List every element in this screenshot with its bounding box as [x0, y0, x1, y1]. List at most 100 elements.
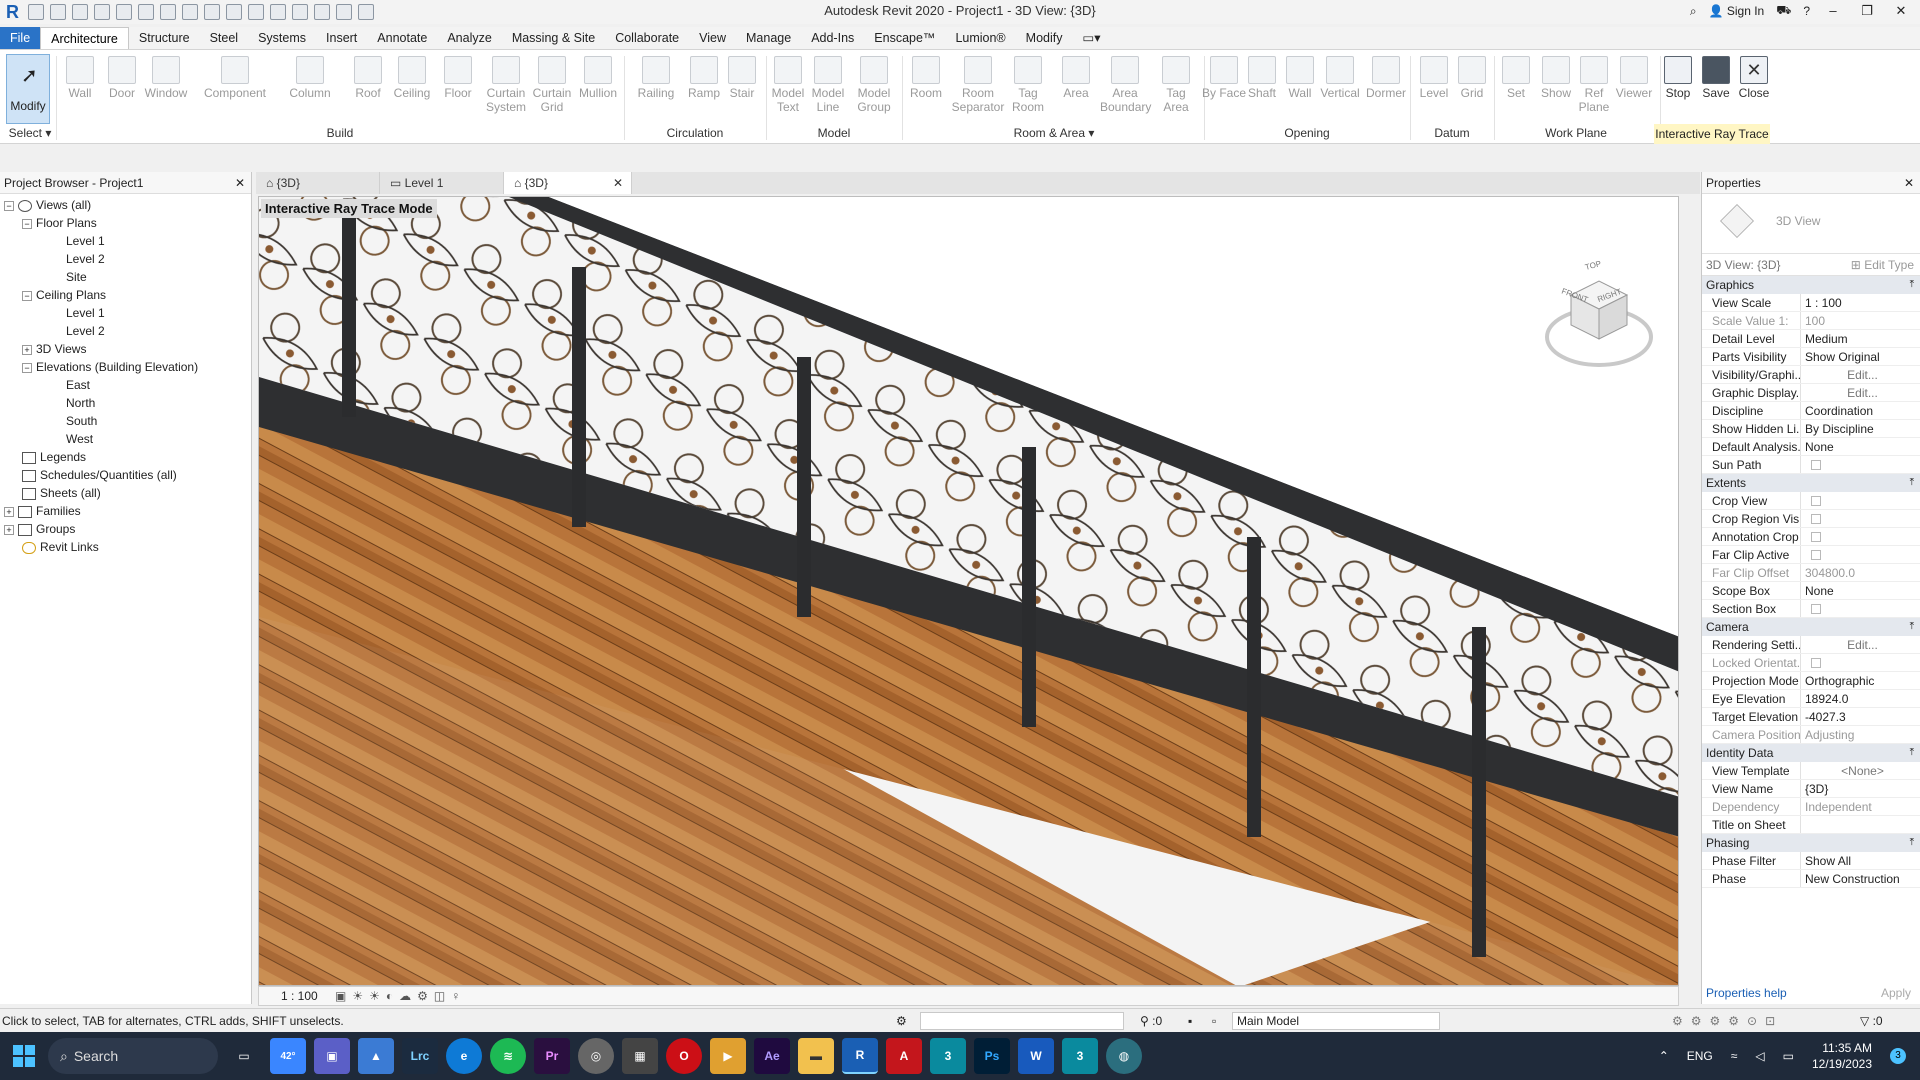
undo-icon[interactable]	[116, 4, 132, 20]
prop-row[interactable]: Eye Elevation 18924.0	[1702, 690, 1920, 708]
prop-value[interactable]: {3D}	[1800, 780, 1920, 797]
sun-path-checkbox[interactable]	[1800, 456, 1920, 473]
column-button[interactable]: Column	[288, 54, 332, 100]
view-tab-3d[interactable]: ⌂ {3D}	[256, 172, 380, 194]
tab-annotate[interactable]: Annotate	[367, 27, 437, 49]
collapse-icon[interactable]: −	[22, 218, 32, 229]
tab-file[interactable]: File	[0, 27, 41, 49]
prop-row[interactable]: Detail Level Medium	[1702, 330, 1920, 348]
photoshop-icon[interactable]: Ps	[974, 1038, 1010, 1074]
edit-type-button[interactable]: ⊞ Edit Type	[1851, 254, 1914, 276]
prop-row[interactable]: Annotation Crop	[1702, 528, 1920, 546]
vertical-button[interactable]: Vertical	[1318, 54, 1362, 100]
prop-value[interactable]: 18924.0	[1800, 690, 1920, 707]
after-effects-icon[interactable]: Ae	[754, 1038, 790, 1074]
3d-view-icon[interactable]	[270, 4, 286, 20]
view-scale[interactable]: 1 : 100	[281, 989, 318, 1003]
properties-help-link[interactable]: Properties help	[1706, 982, 1787, 1004]
prop-value[interactable]	[1800, 816, 1920, 833]
section-extents[interactable]: Extents ⤒	[1702, 474, 1920, 492]
select-panel-label[interactable]: Select ▾	[8, 126, 52, 140]
crop-view-checkbox[interactable]	[1800, 492, 1920, 509]
room-button[interactable]: Room	[904, 54, 948, 100]
premiere-icon[interactable]: Pr	[534, 1038, 570, 1074]
prop-row[interactable]: View Name {3D}	[1702, 780, 1920, 798]
redo-icon[interactable]	[138, 4, 154, 20]
task-view-icon[interactable]: ▭	[226, 1038, 262, 1074]
opening-wall-button[interactable]: Wall	[1278, 54, 1322, 100]
prop-row[interactable]: Phase New Construction	[1702, 870, 1920, 888]
prop-row[interactable]: Parts Visibility Show Original	[1702, 348, 1920, 366]
3dsmax-2-icon[interactable]: 3	[1062, 1038, 1098, 1074]
prop-row[interactable]: Rendering Setti... Edit...	[1702, 636, 1920, 654]
window-button[interactable]: Window	[144, 54, 188, 100]
prop-row[interactable]: Crop View	[1702, 492, 1920, 510]
area-button[interactable]: Area	[1054, 54, 1098, 100]
view-tab-3d-active[interactable]: ⌂ {3D} ✕	[504, 172, 632, 194]
close-button[interactable]: ✕ Close	[1732, 54, 1776, 100]
railing-button[interactable]: Railing	[634, 54, 678, 100]
media-player-icon[interactable]: ▶	[710, 1038, 746, 1074]
tree-item-sheets[interactable]: Sheets (all)	[0, 484, 251, 502]
prop-row[interactable]: Far Clip Active	[1702, 546, 1920, 564]
tree-item-elevations[interactable]: − Elevations (Building Elevation)	[0, 358, 251, 376]
prop-row[interactable]: Sun Path	[1702, 456, 1920, 474]
wall-button[interactable]: Wall	[58, 54, 102, 100]
selection-toggle-icons[interactable]: ⚙⚙⚙⚙⊙⊡	[1672, 1009, 1783, 1033]
ceiling-button[interactable]: Ceiling	[390, 54, 434, 100]
tree-item-schedules[interactable]: Schedules/Quantities (all)	[0, 466, 251, 484]
tab-insert[interactable]: Insert	[316, 27, 367, 49]
tab-add-ins[interactable]: Add-Ins	[801, 27, 864, 49]
tab-lumion[interactable]: Lumion®	[945, 27, 1015, 49]
prop-value[interactable]: Coordination	[1800, 402, 1920, 419]
prop-value[interactable]: New Construction	[1800, 870, 1920, 887]
instance-selector[interactable]: 3D View: {3D} ⊞ Edit Type	[1702, 254, 1920, 276]
model-group-button[interactable]: Model Group	[852, 54, 896, 114]
tree-item-legends[interactable]: Legends	[0, 448, 251, 466]
tab-enscape[interactable]: Enscape™	[864, 27, 945, 49]
prop-value[interactable]: None	[1800, 582, 1920, 599]
start-button[interactable]	[0, 1032, 48, 1080]
room-area-panel-label[interactable]: Room & Area ▾	[904, 126, 1204, 140]
open-icon[interactable]	[50, 4, 66, 20]
component-button[interactable]: Component	[200, 54, 270, 100]
notification-badge[interactable]: 3	[1890, 1048, 1906, 1064]
checkbox[interactable]	[1811, 496, 1821, 506]
area-boundary-button[interactable]: Area Boundary	[1100, 54, 1151, 114]
sign-in-button[interactable]: 👤 Sign In	[1709, 4, 1765, 18]
prop-row[interactable]: Show Hidden Li... By Discipline	[1702, 420, 1920, 438]
prop-value[interactable]: By Discipline	[1800, 420, 1920, 437]
disc-icon[interactable]: ◎	[578, 1038, 614, 1074]
tree-item-west[interactable]: West	[0, 430, 251, 448]
tree-item-revit-links[interactable]: Revit Links	[0, 538, 251, 556]
prop-value[interactable]: 1 : 100	[1800, 294, 1920, 311]
modify-button[interactable]: ➚ Modify	[6, 54, 50, 124]
prop-value[interactable]: Orthographic	[1800, 672, 1920, 689]
close-window-button[interactable]: ✕	[1890, 2, 1912, 20]
tab-architecture[interactable]: Architecture	[40, 27, 129, 49]
checkbox[interactable]	[1811, 550, 1821, 560]
view-tab-level-1[interactable]: ▭ Level 1	[380, 172, 504, 194]
tab-systems[interactable]: Systems	[248, 27, 316, 49]
tree-item-groups[interactable]: + Groups	[0, 520, 251, 538]
section-graphics[interactable]: Graphics ⤒	[1702, 276, 1920, 294]
workset-dropdown[interactable]	[920, 1012, 1124, 1030]
minimize-button[interactable]: –	[1822, 2, 1844, 20]
tree-item-south[interactable]: South	[0, 412, 251, 430]
prop-row[interactable]: View Template <None>	[1702, 762, 1920, 780]
design-options-icon[interactable]: ▫	[1212, 1009, 1216, 1033]
collapse-arrow-icon[interactable]: ⤒	[1910, 474, 1914, 492]
switch-windows-icon[interactable]	[358, 4, 374, 20]
door-button[interactable]: Door	[100, 54, 144, 100]
tree-item-floor-plans[interactable]: − Floor Plans	[0, 214, 251, 232]
collapse-icon[interactable]: −	[22, 362, 32, 373]
expand-icon[interactable]: +	[4, 524, 14, 535]
edge-icon[interactable]: e	[446, 1038, 482, 1074]
print-icon[interactable]	[160, 4, 176, 20]
volume-icon[interactable]: ◁	[1755, 1049, 1764, 1063]
prop-value[interactable]: Medium	[1800, 330, 1920, 347]
collapse-arrow-icon[interactable]: ⤒	[1910, 834, 1914, 852]
prop-value[interactable]: Show Original	[1800, 348, 1920, 365]
prop-value[interactable]: None	[1800, 438, 1920, 455]
section-phasing[interactable]: Phasing ⤒	[1702, 834, 1920, 852]
